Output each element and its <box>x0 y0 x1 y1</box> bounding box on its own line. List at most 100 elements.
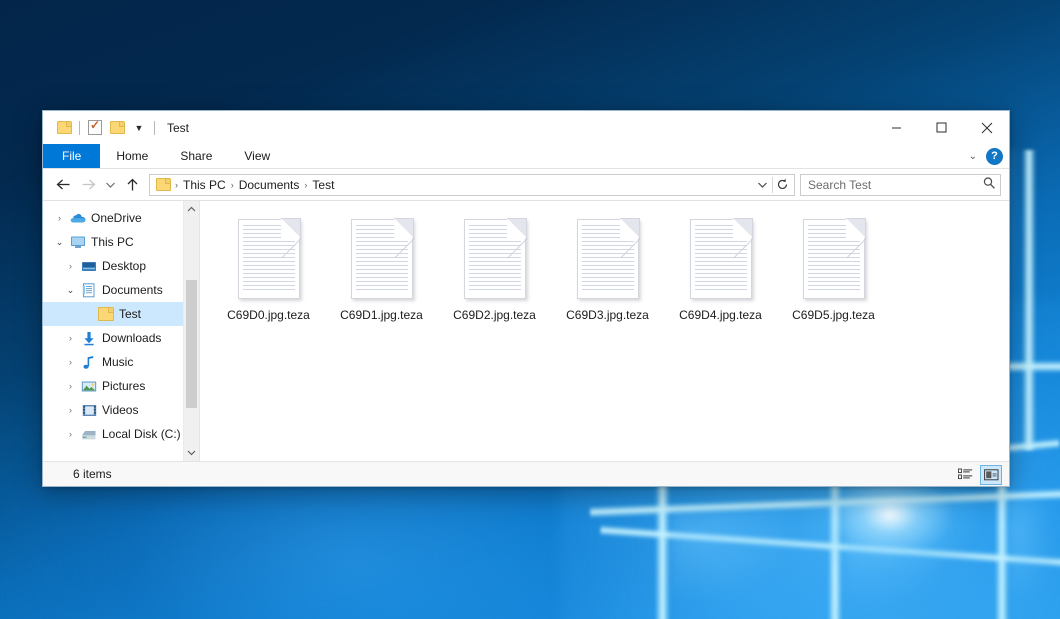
item-count-label: 6 items <box>51 467 112 481</box>
desktop-icon <box>79 260 99 273</box>
document-icon <box>238 219 300 299</box>
file-name: C69D5.jpg.teza <box>792 308 875 322</box>
sidebar-label-videos: Videos <box>99 403 138 417</box>
scroll-up-arrow-icon[interactable] <box>184 201 199 218</box>
desktop-background: ▼ Test File Home Share Vi <box>0 0 1060 619</box>
tab-file[interactable]: File <box>43 144 100 168</box>
scrollbar-thumb[interactable] <box>186 280 197 408</box>
file-grid: C69D0.jpg.teza C69D1.jpg.teza <box>200 201 1009 322</box>
maximize-button[interactable] <box>919 111 964 144</box>
window-controls <box>874 111 1009 144</box>
collapse-chevron-icon[interactable]: ⌄ <box>51 237 68 248</box>
expand-chevron-icon[interactable]: › <box>62 381 79 391</box>
drive-icon <box>79 428 99 441</box>
file-name: C69D2.jpg.teza <box>453 308 536 322</box>
scrollbar-track[interactable] <box>184 218 199 444</box>
sidebar-label-local-disk-c: Local Disk (C:) <box>99 427 181 441</box>
folder-icon[interactable] <box>53 117 75 139</box>
status-bar: 6 items <box>43 461 1009 486</box>
sidebar-label-pictures: Pictures <box>99 379 145 393</box>
download-icon <box>79 331 99 346</box>
expand-chevron-icon[interactable]: › <box>62 405 79 415</box>
search-input[interactable]: Search Test <box>808 178 982 192</box>
expand-chevron-icon[interactable]: › <box>62 261 79 271</box>
up-arrow-icon[interactable] <box>120 172 145 197</box>
videos-icon <box>79 404 99 417</box>
sidebar-scrollbar[interactable] <box>183 201 199 461</box>
toolbar-divider-2 <box>154 121 155 135</box>
sidebar-label-downloads: Downloads <box>99 331 161 345</box>
details-view-button[interactable] <box>954 465 976 485</box>
breadcrumb-test[interactable]: Test <box>308 178 338 192</box>
tab-share[interactable]: Share <box>164 144 228 168</box>
navigation-bar: › This PC › Documents › Test <box>43 169 1009 200</box>
document-icon <box>464 219 526 299</box>
sidebar-item-desktop[interactable]: › Desktop <box>43 254 199 278</box>
monitor-icon <box>68 235 88 249</box>
properties-icon[interactable] <box>84 117 106 139</box>
document-icon <box>351 219 413 299</box>
file-item[interactable]: C69D0.jpg.teza <box>212 215 325 322</box>
sidebar-item-this-pc[interactable]: ⌄ This PC <box>43 230 199 254</box>
expand-chevron-icon[interactable]: › <box>62 333 79 343</box>
documents-icon <box>79 283 99 298</box>
address-bar[interactable]: › This PC › Documents › Test <box>149 174 795 196</box>
sidebar-label-desktop: Desktop <box>99 259 146 273</box>
help-icon[interactable]: ? <box>986 148 1003 165</box>
sidebar-item-documents[interactable]: ⌄ <box>43 278 199 302</box>
sidebar-item-onedrive[interactable]: › OneDrive <box>43 206 199 230</box>
file-item[interactable]: C69D2.jpg.teza <box>438 215 551 322</box>
sidebar-item-downloads[interactable]: › Downloads <box>43 326 199 350</box>
expand-ribbon-chevron-icon[interactable]: ⌄ <box>969 151 977 162</box>
search-box[interactable]: Search Test <box>800 174 1001 196</box>
file-name: C69D0.jpg.teza <box>227 308 310 322</box>
sidebar-label-test: Test <box>116 307 141 321</box>
folder-icon <box>96 307 116 321</box>
breadcrumb: › This PC › Documents › Test <box>174 178 753 192</box>
expand-chevron-icon[interactable]: › <box>62 357 79 367</box>
new-folder-icon[interactable] <box>106 117 128 139</box>
breadcrumb-documents[interactable]: Documents <box>235 178 304 192</box>
close-button[interactable] <box>964 111 1009 144</box>
music-icon <box>79 355 99 370</box>
sidebar-label-documents: Documents <box>99 283 163 297</box>
folder-tree: › OneDrive ⌄ <box>43 201 199 446</box>
file-name: C69D3.jpg.teza <box>566 308 649 322</box>
tab-view[interactable]: View <box>228 144 286 168</box>
customize-chevron-icon[interactable]: ▼ <box>128 117 150 139</box>
file-name: C69D4.jpg.teza <box>679 308 762 322</box>
view-toggle-group <box>954 462 1002 487</box>
address-dropdown-chevron-icon[interactable] <box>753 175 772 195</box>
sidebar-item-local-disk-c[interactable]: › Local Disk (C:) <box>43 422 199 446</box>
ribbon-tab-bar: File Home Share View ⌄ ? <box>43 144 1009 169</box>
collapse-chevron-icon[interactable]: ⌄ <box>62 285 79 296</box>
title-bar: ▼ Test <box>43 111 1009 144</box>
breadcrumb-this-pc[interactable]: This PC <box>179 178 230 192</box>
back-arrow-icon[interactable] <box>51 172 76 197</box>
file-item[interactable]: C69D4.jpg.teza <box>664 215 777 322</box>
recent-locations-chevron-icon[interactable] <box>101 172 120 197</box>
document-icon <box>577 219 639 299</box>
scroll-down-arrow-icon[interactable] <box>184 444 199 461</box>
sidebar-item-pictures[interactable]: › Pictures <box>43 374 199 398</box>
sidebar-item-test[interactable]: Test <box>43 302 199 326</box>
minimize-button[interactable] <box>874 111 919 144</box>
forward-arrow-icon[interactable] <box>76 172 101 197</box>
large-icons-view-button[interactable] <box>980 465 1002 485</box>
file-item[interactable]: C69D5.jpg.teza <box>777 215 890 322</box>
refresh-icon[interactable] <box>773 175 792 195</box>
sidebar-item-videos[interactable]: › <box>43 398 199 422</box>
search-icon[interactable] <box>982 176 996 193</box>
document-icon <box>690 219 752 299</box>
quick-access-toolbar: ▼ Test <box>43 117 189 139</box>
expand-chevron-icon[interactable]: › <box>51 213 68 223</box>
sidebar-item-music[interactable]: › Music <box>43 350 199 374</box>
file-list-pane[interactable]: C69D0.jpg.teza C69D1.jpg.teza <box>200 201 1009 461</box>
tab-home[interactable]: Home <box>100 144 164 168</box>
file-item[interactable]: C69D1.jpg.teza <box>325 215 438 322</box>
pictures-icon <box>79 380 99 393</box>
sidebar-label-this-pc: This PC <box>88 235 134 249</box>
sidebar-label-music: Music <box>99 355 133 369</box>
expand-chevron-icon[interactable]: › <box>62 429 79 439</box>
file-item[interactable]: C69D3.jpg.teza <box>551 215 664 322</box>
